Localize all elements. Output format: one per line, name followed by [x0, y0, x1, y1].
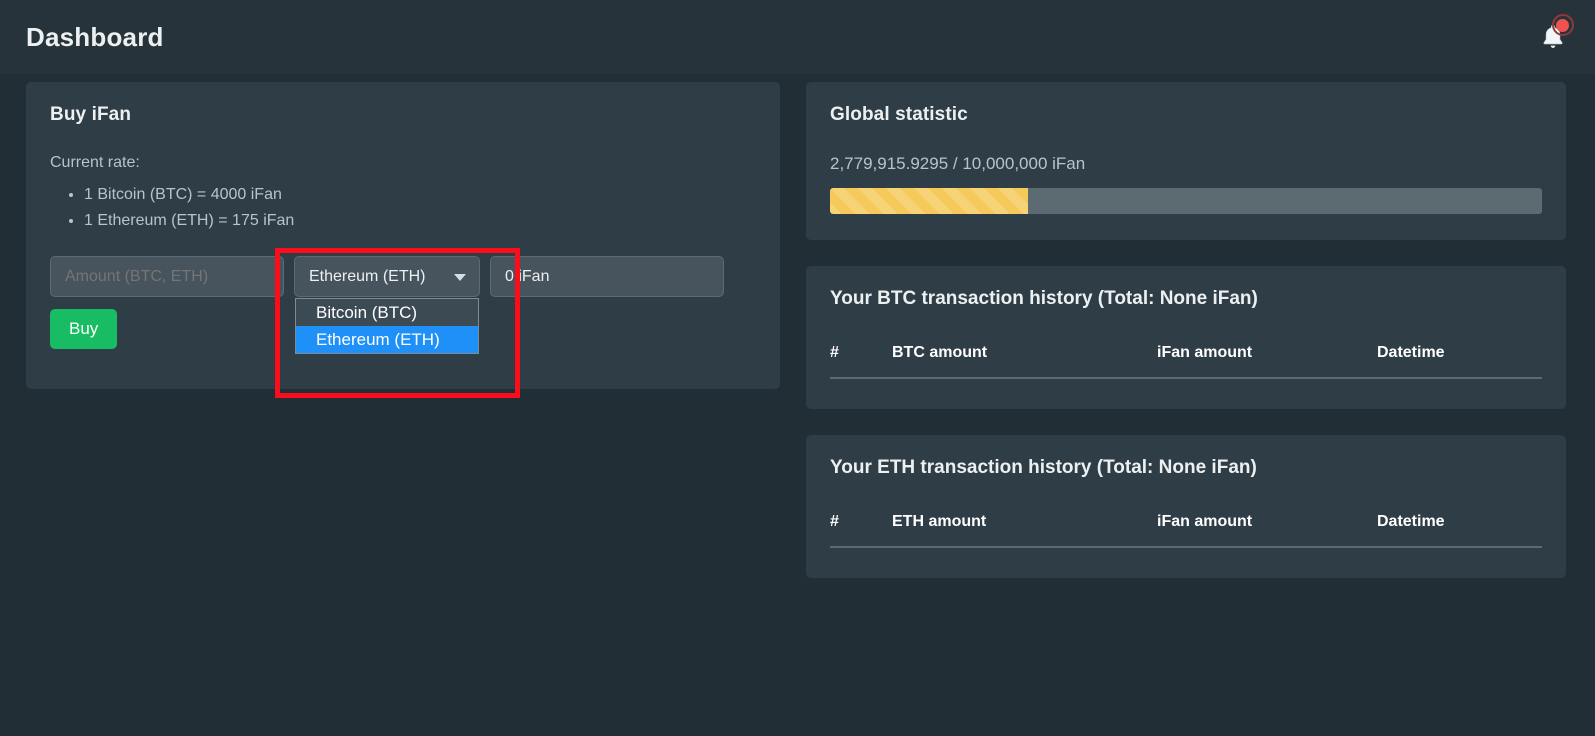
- global-statistic-panel: Global statistic 2,779,915.9295 / 10,000…: [806, 82, 1566, 240]
- btc-history-header-row: # BTC amount iFan amount Datetime: [830, 344, 1542, 378]
- amount-input[interactable]: [50, 256, 284, 297]
- currency-option-ethereum[interactable]: Ethereum (ETH): [296, 326, 478, 353]
- currency-select[interactable]: Ethereum (ETH) Bitcoin (BTC) Ethereum (E…: [294, 256, 480, 297]
- global-statistic-value: 2,779,915.9295 / 10,000,000 iFan: [830, 154, 1542, 174]
- rate-item-btc: 1 Bitcoin (BTC) = 4000 iFan: [84, 182, 756, 208]
- global-statistic-progress-track: [830, 188, 1542, 214]
- eth-col-datetime: Datetime: [1377, 513, 1542, 547]
- btc-col-amount: BTC amount: [892, 344, 1157, 378]
- eth-history-title: Your ETH transaction history (Total: Non…: [830, 457, 1542, 479]
- currency-select-value: Ethereum (ETH): [309, 268, 425, 285]
- eth-history-table: # ETH amount iFan amount Datetime: [830, 513, 1542, 548]
- eth-col-index: #: [830, 513, 892, 547]
- eth-history-header-row: # ETH amount iFan amount Datetime: [830, 513, 1542, 547]
- buy-ifan-panel: Buy iFan Current rate: 1 Bitcoin (BTC) =…: [26, 82, 780, 389]
- buy-panel-title: Buy iFan: [50, 104, 756, 126]
- buy-form-row: Ethereum (ETH) Bitcoin (BTC) Ethereum (E…: [50, 256, 756, 297]
- notifications-button[interactable]: [1533, 17, 1573, 57]
- btc-col-datetime: Datetime: [1377, 344, 1542, 378]
- chevron-down-icon: [454, 274, 466, 281]
- current-rate-label: Current rate:: [50, 154, 756, 172]
- rate-list: 1 Bitcoin (BTC) = 4000 iFan 1 Ethereum (…: [50, 182, 756, 234]
- global-statistic-progress-fill: [830, 188, 1028, 214]
- btc-history-panel: Your BTC transaction history (Total: Non…: [806, 266, 1566, 409]
- btc-col-ifan: iFan amount: [1157, 344, 1377, 378]
- right-column: Global statistic 2,779,915.9295 / 10,000…: [806, 82, 1566, 604]
- btc-history-title: Your BTC transaction history (Total: Non…: [830, 288, 1542, 310]
- buy-button[interactable]: Buy: [50, 309, 117, 349]
- dashboard-content: Buy iFan Current rate: 1 Bitcoin (BTC) =…: [0, 74, 1595, 604]
- left-column: Buy iFan Current rate: 1 Bitcoin (BTC) =…: [26, 82, 780, 415]
- rate-item-eth: 1 Ethereum (ETH) = 175 iFan: [84, 208, 756, 234]
- eth-col-amount: ETH amount: [892, 513, 1157, 547]
- global-statistic-title: Global statistic: [830, 104, 1542, 126]
- currency-option-bitcoin[interactable]: Bitcoin (BTC): [296, 299, 478, 326]
- top-bar: Dashboard: [0, 0, 1595, 74]
- btc-col-index: #: [830, 344, 892, 378]
- currency-select-options[interactable]: Bitcoin (BTC) Ethereum (ETH): [295, 298, 479, 354]
- total-ifan-output: 0 iFan: [490, 256, 724, 297]
- notification-badge-dot: [1556, 19, 1569, 32]
- eth-col-ifan: iFan amount: [1157, 513, 1377, 547]
- eth-history-panel: Your ETH transaction history (Total: Non…: [806, 435, 1566, 578]
- page-title: Dashboard: [26, 22, 164, 53]
- currency-select-display[interactable]: Ethereum (ETH): [294, 256, 480, 297]
- btc-history-table: # BTC amount iFan amount Datetime: [830, 344, 1542, 379]
